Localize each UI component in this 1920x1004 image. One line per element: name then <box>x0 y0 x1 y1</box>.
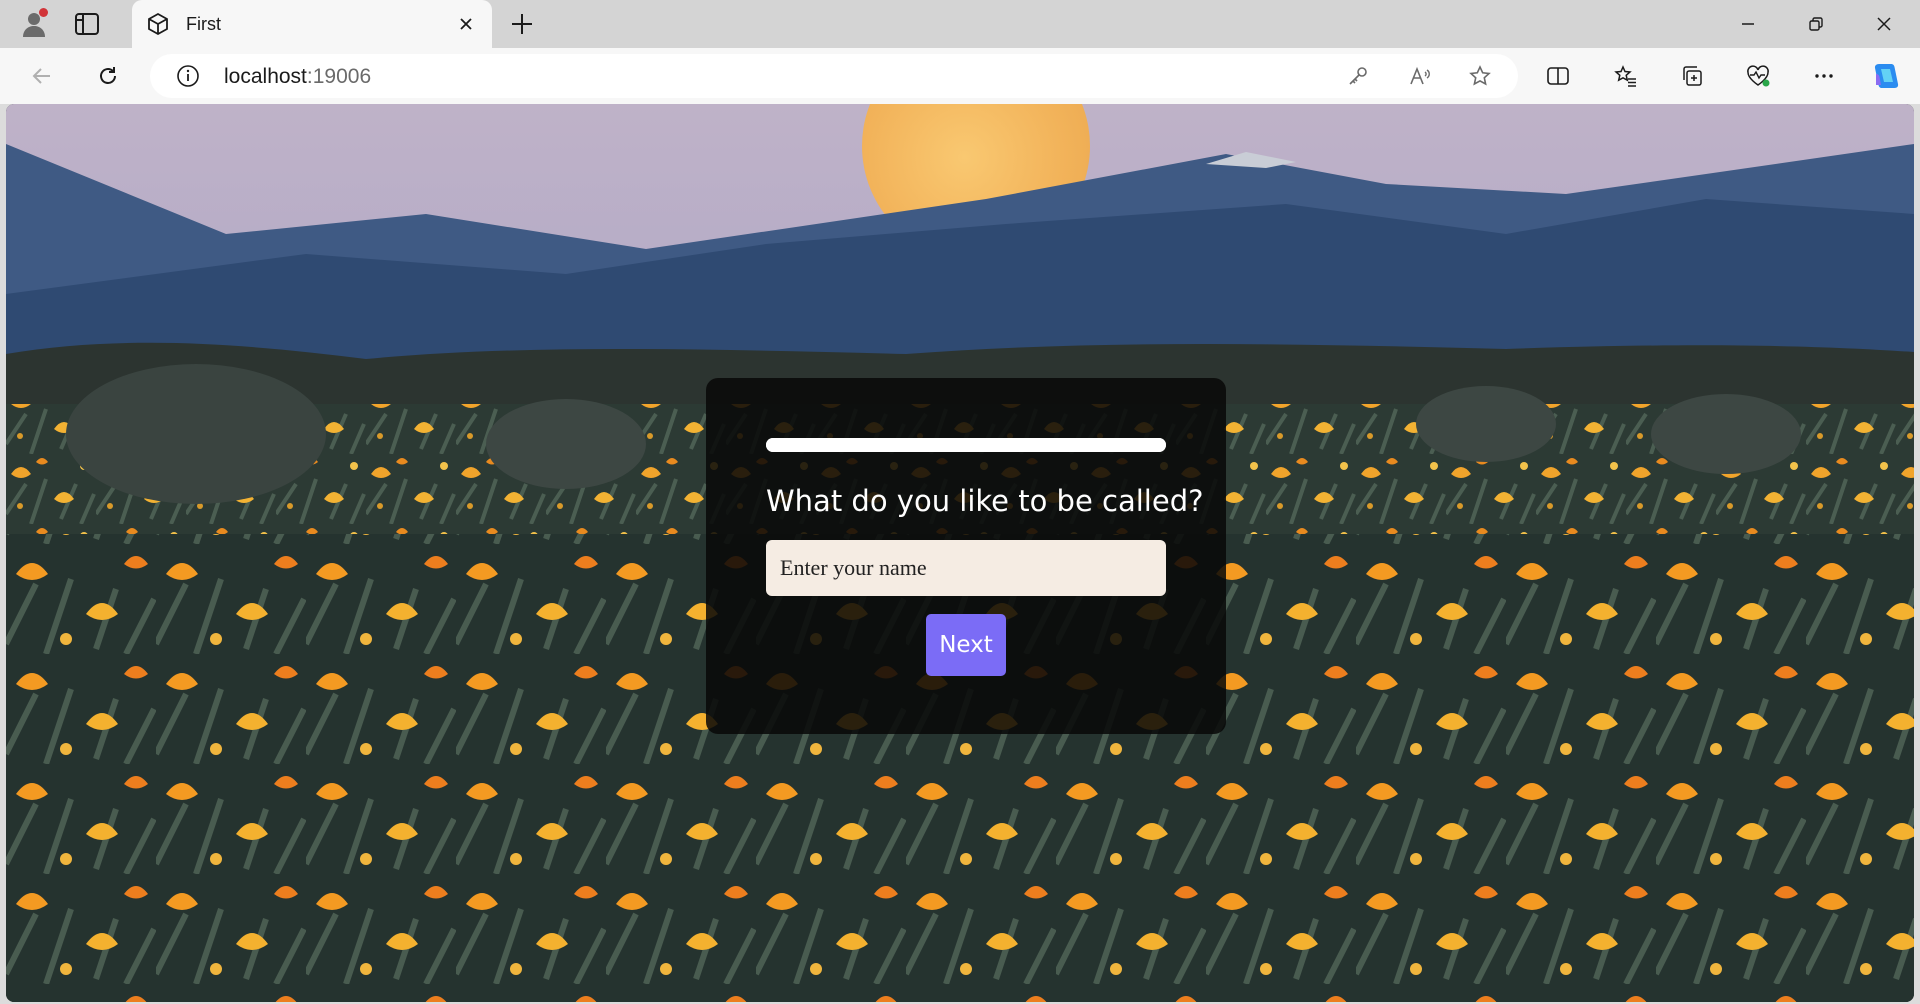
browser-title-bar: First <box>0 0 1920 48</box>
restore-icon <box>1809 17 1823 31</box>
minimize-icon <box>1742 23 1754 25</box>
favorites-button[interactable] <box>1610 60 1642 92</box>
browser-essentials-button[interactable] <box>1742 60 1774 92</box>
address-url[interactable]: localhost:19006 <box>224 65 371 89</box>
notification-dot <box>39 8 48 17</box>
onboarding-card: What do you like to be called? Next <box>706 378 1226 734</box>
progress-bar-fill <box>766 438 1166 452</box>
address-bar[interactable]: localhost:19006 <box>150 54 1518 98</box>
progress-bar <box>766 438 1166 452</box>
browser-toolbar: localhost:19006 <box>0 48 1920 104</box>
tab-title: First <box>186 14 221 34</box>
plus-icon <box>512 14 532 34</box>
new-tab-button[interactable] <box>508 10 536 38</box>
favorites-icon <box>1614 65 1636 87</box>
copilot-icon <box>1874 64 1899 88</box>
url-port: :19006 <box>306 65 372 88</box>
profile-avatar[interactable] <box>18 8 50 40</box>
arrow-left-icon <box>32 68 50 84</box>
tab-actions-button[interactable] <box>74 12 100 36</box>
tab-panel-icon <box>75 13 99 35</box>
page-viewport: What do you like to be called? Next <box>6 104 1914 1002</box>
question-text: What do you like to be called? <box>766 484 1204 518</box>
minimize-button[interactable] <box>1728 8 1768 40</box>
restore-button[interactable] <box>1796 8 1836 40</box>
tab-first[interactable]: First <box>132 0 492 48</box>
refresh-button[interactable] <box>92 60 124 92</box>
refresh-icon <box>100 67 116 84</box>
close-icon <box>1877 17 1891 31</box>
more-options-button[interactable] <box>1808 60 1840 92</box>
copilot-button[interactable] <box>1870 60 1902 92</box>
name-input[interactable] <box>766 540 1166 596</box>
info-icon[interactable] <box>176 64 200 88</box>
heart-pulse-icon <box>1747 65 1770 87</box>
split-screen-icon <box>1547 67 1569 85</box>
split-screen-button[interactable] <box>1542 60 1574 92</box>
star-icon[interactable] <box>1468 64 1492 88</box>
url-host: localhost <box>224 65 307 88</box>
tab-close-icon[interactable] <box>454 12 478 36</box>
close-window-button[interactable] <box>1864 8 1904 40</box>
cube-icon <box>146 12 170 36</box>
more-icon <box>1815 74 1833 78</box>
collections-icon <box>1683 66 1702 86</box>
next-button[interactable]: Next <box>926 614 1006 676</box>
collections-button[interactable] <box>1676 60 1708 92</box>
key-icon[interactable] <box>1346 64 1370 88</box>
back-button[interactable] <box>26 60 58 92</box>
read-aloud-icon[interactable] <box>1408 64 1432 88</box>
